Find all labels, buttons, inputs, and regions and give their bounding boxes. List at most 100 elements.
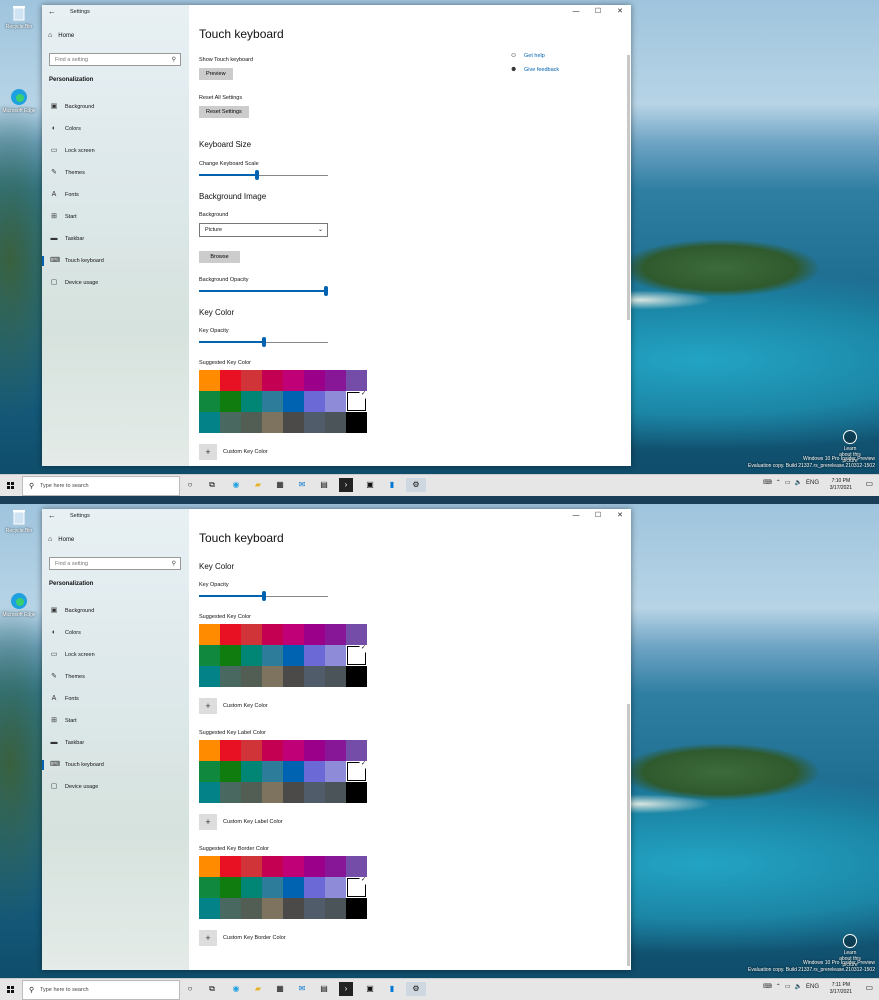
color-swatch[interactable] [304,740,325,761]
color-swatch[interactable] [325,412,346,433]
key-opacity-slider[interactable] [199,591,328,601]
color-swatch[interactable] [346,666,367,687]
keyboard-scale-slider[interactable] [199,170,328,180]
color-swatch[interactable] [304,412,325,433]
desktop-icon-edge[interactable]: Microsoft Edge [2,88,36,114]
color-swatch[interactable] [283,666,304,687]
app-icon[interactable]: ▣ [363,478,377,492]
color-swatch[interactable] [283,645,304,666]
back-button[interactable]: ← [48,511,58,521]
notepad-icon[interactable]: ▮ [385,982,399,996]
chevron-up-icon[interactable]: ⌃ [776,983,781,990]
color-swatch[interactable] [199,877,220,898]
color-swatch[interactable] [262,782,283,803]
color-swatch[interactable] [241,666,262,687]
color-swatch[interactable] [241,624,262,645]
terminal-icon[interactable]: › [339,478,353,492]
give-feedback-link[interactable]: ☻ Give feedback [510,66,559,73]
photos-icon[interactable]: ▤ [317,478,331,492]
sidebar-item-background[interactable]: ▣ Background [42,604,189,618]
sidebar-item-lock-screen[interactable]: ▭ Lock screen [42,144,189,158]
color-swatch[interactable] [241,740,262,761]
color-swatch[interactable] [304,877,325,898]
color-swatch[interactable] [199,856,220,877]
mail-icon[interactable]: ✉ [295,478,309,492]
color-swatch[interactable] [325,645,346,666]
color-swatch[interactable] [346,856,367,877]
app-icon[interactable]: ▣ [363,982,377,996]
color-swatch[interactable] [199,370,220,391]
settings-search-input[interactable]: Find a setting ⚲ [49,53,181,66]
color-swatch[interactable] [220,666,241,687]
color-swatch[interactable] [346,644,367,666]
slider-thumb[interactable] [255,170,259,180]
chevron-up-icon[interactable]: ⌃ [776,479,781,486]
sidebar-item-fonts[interactable]: A Fonts [42,692,189,706]
network-icon[interactable]: ▭ [785,479,791,486]
color-swatch[interactable] [325,624,346,645]
color-swatch[interactable] [220,370,241,391]
color-swatch[interactable] [346,876,367,898]
file-explorer-icon[interactable]: ▰ [251,982,265,996]
ime-icon[interactable]: ENG [806,480,819,486]
color-swatch[interactable] [220,877,241,898]
settings-search-input[interactable]: Find a setting ⚲ [49,557,181,570]
color-swatch[interactable] [220,761,241,782]
color-swatch[interactable] [241,877,262,898]
sidebar-item-colors[interactable]: ◐ Colors [42,626,189,640]
color-swatch[interactable] [199,666,220,687]
taskbar-search-input[interactable]: ⚲ Type here to search [22,980,180,1000]
sidebar-item-start[interactable]: ⊞ Start [42,714,189,728]
color-swatch[interactable] [304,898,325,919]
system-tray[interactable]: ⌨ ⌃ ▭ 🔈 ENG [763,479,819,487]
color-swatch[interactable] [346,760,367,782]
preview-button[interactable]: Preview [199,68,233,80]
color-swatch[interactable] [283,740,304,761]
color-swatch[interactable] [325,856,346,877]
cortana-icon[interactable]: ○ [183,982,197,996]
keyboard-tray-icon[interactable]: ⌨ [763,479,772,486]
color-swatch[interactable] [283,898,304,919]
keyboard-tray-icon[interactable]: ⌨ [763,983,772,990]
color-swatch[interactable] [220,782,241,803]
color-swatch[interactable] [262,856,283,877]
sidebar-item-fonts[interactable]: A Fonts [42,188,189,202]
sidebar-item-taskbar[interactable]: ▬ Taskbar [42,232,189,246]
color-swatch[interactable] [241,782,262,803]
scrollbar[interactable] [627,55,630,320]
color-swatch[interactable] [262,740,283,761]
color-swatch[interactable] [346,740,367,761]
sidebar-item-device-usage[interactable]: ▢ Device usage [42,276,189,290]
color-swatch[interactable] [199,391,220,412]
home-nav[interactable]: ⌂ Home [48,536,74,543]
volume-icon[interactable]: 🔈 [795,479,802,486]
reset-settings-button[interactable]: Reset Settings [199,106,249,118]
color-swatch[interactable] [220,391,241,412]
color-swatch[interactable] [325,391,346,412]
ime-icon[interactable]: ENG [806,984,819,990]
sidebar-item-background[interactable]: ▣ Background [42,100,189,114]
color-swatch[interactable] [325,898,346,919]
settings-icon[interactable]: ⚙ [406,982,426,996]
color-swatch[interactable] [304,761,325,782]
custom-key-color-button[interactable]: + Custom Key Color [199,444,268,460]
color-swatch[interactable] [220,412,241,433]
color-swatch[interactable] [220,624,241,645]
color-swatch[interactable] [220,740,241,761]
mail-icon[interactable]: ✉ [295,982,309,996]
color-swatch[interactable] [241,645,262,666]
color-swatch[interactable] [304,645,325,666]
color-swatch[interactable] [241,370,262,391]
cortana-icon[interactable]: ○ [183,478,197,492]
task-view-icon[interactable]: ⧉ [205,982,219,996]
start-button[interactable] [0,475,22,496]
back-button[interactable]: ← [48,7,58,17]
start-button[interactable] [0,979,22,1000]
color-swatch[interactable] [325,782,346,803]
color-swatch[interactable] [241,391,262,412]
file-explorer-icon[interactable]: ▰ [251,478,265,492]
store-icon[interactable]: ▦ [273,478,287,492]
color-swatch[interactable] [262,624,283,645]
color-swatch[interactable] [304,624,325,645]
clock[interactable]: 7:11 PM 3/17/2021 [830,982,852,996]
